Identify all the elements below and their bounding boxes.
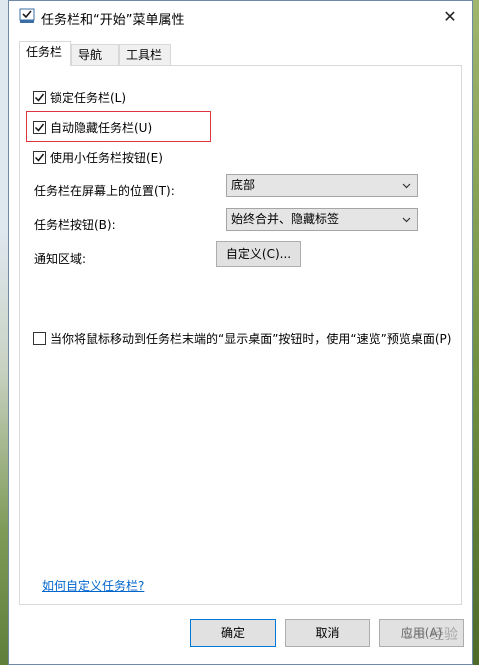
auto-hide-label: 自动隐藏任务栏(U) bbox=[50, 121, 153, 135]
taskbar-properties-icon bbox=[19, 8, 35, 24]
close-icon: ✕ bbox=[443, 7, 457, 26]
auto-hide-checkbox[interactable] bbox=[33, 121, 46, 134]
checkmark-icon bbox=[34, 153, 45, 162]
tab-navigation[interactable]: 导航 bbox=[71, 44, 119, 65]
close-button[interactable]: ✕ bbox=[428, 1, 472, 32]
tab-panel-taskbar: 锁定任务栏(L) 自动隐藏任务栏(U) 使用小任务栏按钮(E) 任务栏在屏幕上的… bbox=[19, 65, 462, 605]
peek-option[interactable]: 当你将鼠标移动到任务栏末端的“显示桌面”按钮时，使用“速览”预览桌面(P) bbox=[33, 330, 451, 347]
position-select[interactable]: 底部 bbox=[226, 174, 418, 197]
buttons-combine-label: 任务栏按钮(B): bbox=[34, 218, 116, 232]
chevron-down-icon bbox=[402, 217, 411, 223]
small-buttons-checkbox[interactable] bbox=[33, 151, 46, 164]
cancel-button[interactable]: 取消 bbox=[285, 619, 370, 647]
checkmark-icon bbox=[34, 93, 45, 102]
taskbar-properties-dialog: 任务栏和“开始”菜单属性 ✕ 任务栏 导航 工具栏 锁定任务栏(L) 自动隐藏任… bbox=[8, 0, 473, 665]
auto-hide-option[interactable]: 自动隐藏任务栏(U) bbox=[33, 119, 152, 136]
customize-notification-button[interactable]: 自定义(C)... bbox=[216, 241, 301, 267]
lock-taskbar-label: 锁定任务栏(L) bbox=[50, 91, 127, 105]
buttons-combine-select[interactable]: 始终合并、隐藏标签 bbox=[226, 208, 418, 231]
help-link[interactable]: 如何自定义任务栏? bbox=[42, 577, 144, 594]
ok-button[interactable]: 确定 bbox=[190, 619, 276, 647]
peek-checkbox[interactable] bbox=[33, 332, 46, 345]
tab-taskbar[interactable]: 任务栏 bbox=[19, 41, 71, 66]
small-buttons-option[interactable]: 使用小任务栏按钮(E) bbox=[33, 149, 163, 166]
chevron-down-icon bbox=[402, 183, 411, 189]
small-buttons-label: 使用小任务栏按钮(E) bbox=[50, 151, 163, 165]
desktop-background-left bbox=[0, 0, 8, 665]
buttons-combine-select-value: 始终合并、隐藏标签 bbox=[231, 212, 340, 226]
title-bar: 任务栏和“开始”菜单属性 ✕ bbox=[9, 1, 472, 32]
tab-toolbars[interactable]: 工具栏 bbox=[119, 44, 171, 65]
peek-label: 当你将鼠标移动到任务栏末端的“显示桌面”按钮时，使用“速览”预览桌面(P) bbox=[50, 332, 452, 346]
desktop-background-right bbox=[473, 0, 479, 665]
window-title: 任务栏和“开始”菜单属性 bbox=[41, 13, 185, 28]
baidu-watermark: Bai 经验 bbox=[403, 627, 458, 643]
position-select-value: 底部 bbox=[231, 178, 256, 192]
position-label: 任务栏在屏幕上的位置(T): bbox=[34, 184, 175, 198]
lock-taskbar-checkbox[interactable] bbox=[33, 91, 46, 104]
lock-taskbar-option[interactable]: 锁定任务栏(L) bbox=[33, 89, 126, 106]
notification-area-label: 通知区域: bbox=[34, 252, 87, 266]
checkmark-icon bbox=[34, 123, 45, 132]
